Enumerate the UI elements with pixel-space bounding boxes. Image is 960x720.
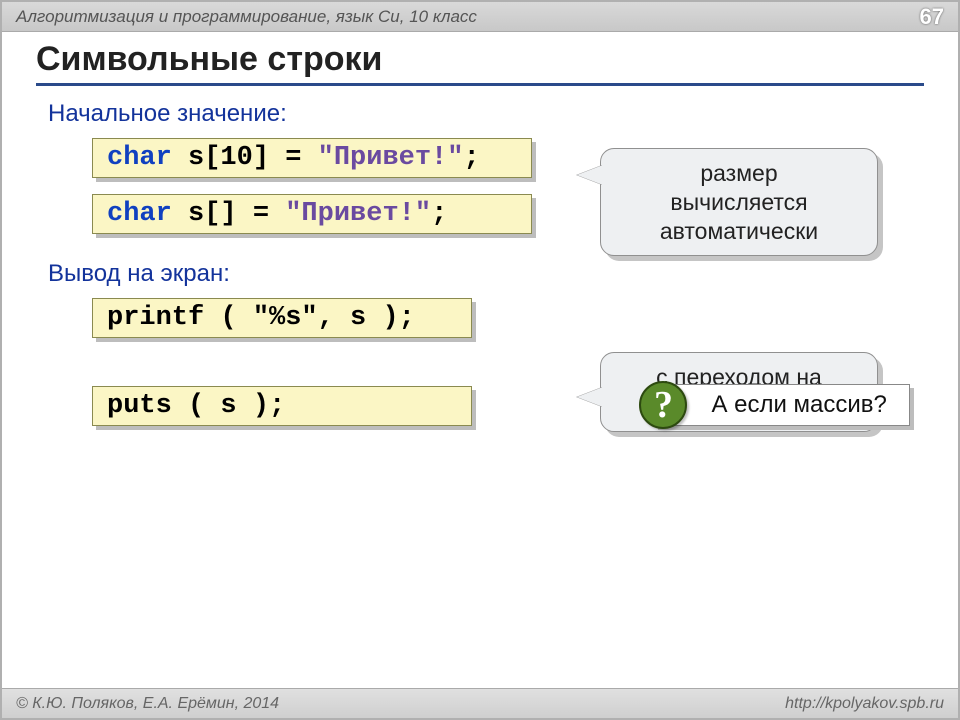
keyword: char (107, 143, 172, 173)
callout-tail (577, 165, 603, 185)
copyright-text: © К.Ю. Поляков, Е.А. Ерёмин, 2014 (16, 695, 279, 713)
question-text: А если массив? (711, 391, 886, 418)
course-title: Алгоритмизация и программирование, язык … (16, 7, 477, 27)
footer-url: http://kpolyakov.spb.ru (785, 695, 944, 713)
footer-bar: © К.Ю. Поляков, Е.А. Ерёмин, 2014 http:/… (2, 688, 958, 718)
code-text: ; (431, 199, 447, 229)
code-text: s[10] = (172, 143, 318, 173)
content-area: Начальное значение: char s[10] = "Привет… (2, 86, 958, 442)
code-text: ; (463, 143, 479, 173)
code-box-4: puts ( s ); (92, 386, 472, 426)
code-text: printf ( "%s", s ); (107, 303, 415, 333)
string-literal: "Привет!" (318, 143, 464, 173)
callout-tail (577, 387, 603, 407)
question-mark-icon: ? (639, 381, 687, 429)
code-box-2: char s[] = "Привет!"; (92, 194, 532, 234)
code-box-3: printf ( "%s", s ); (92, 298, 472, 338)
title-block: Символьные строки (2, 32, 958, 86)
string-literal: "Привет!" (285, 199, 431, 229)
question-box: ? А если массив? (654, 384, 909, 426)
slide-title: Символьные строки (36, 40, 924, 81)
keyword: char (107, 199, 172, 229)
code-text: puts ( s ); (107, 391, 285, 421)
callout-text: размер вычисляется автоматически (621, 159, 857, 245)
code-box-1: char s[10] = "Привет!"; (92, 138, 532, 178)
callout-auto-size: размер вычисляется автоматически (600, 148, 878, 256)
page-number: 67 (920, 4, 944, 30)
code-text: s[] = (172, 199, 285, 229)
slide: Алгоритмизация и программирование, язык … (0, 0, 960, 720)
header-bar: Алгоритмизация и программирование, язык … (2, 2, 958, 32)
section1-label: Начальное значение: (48, 100, 924, 128)
section2-label: Вывод на экран: (48, 260, 924, 288)
